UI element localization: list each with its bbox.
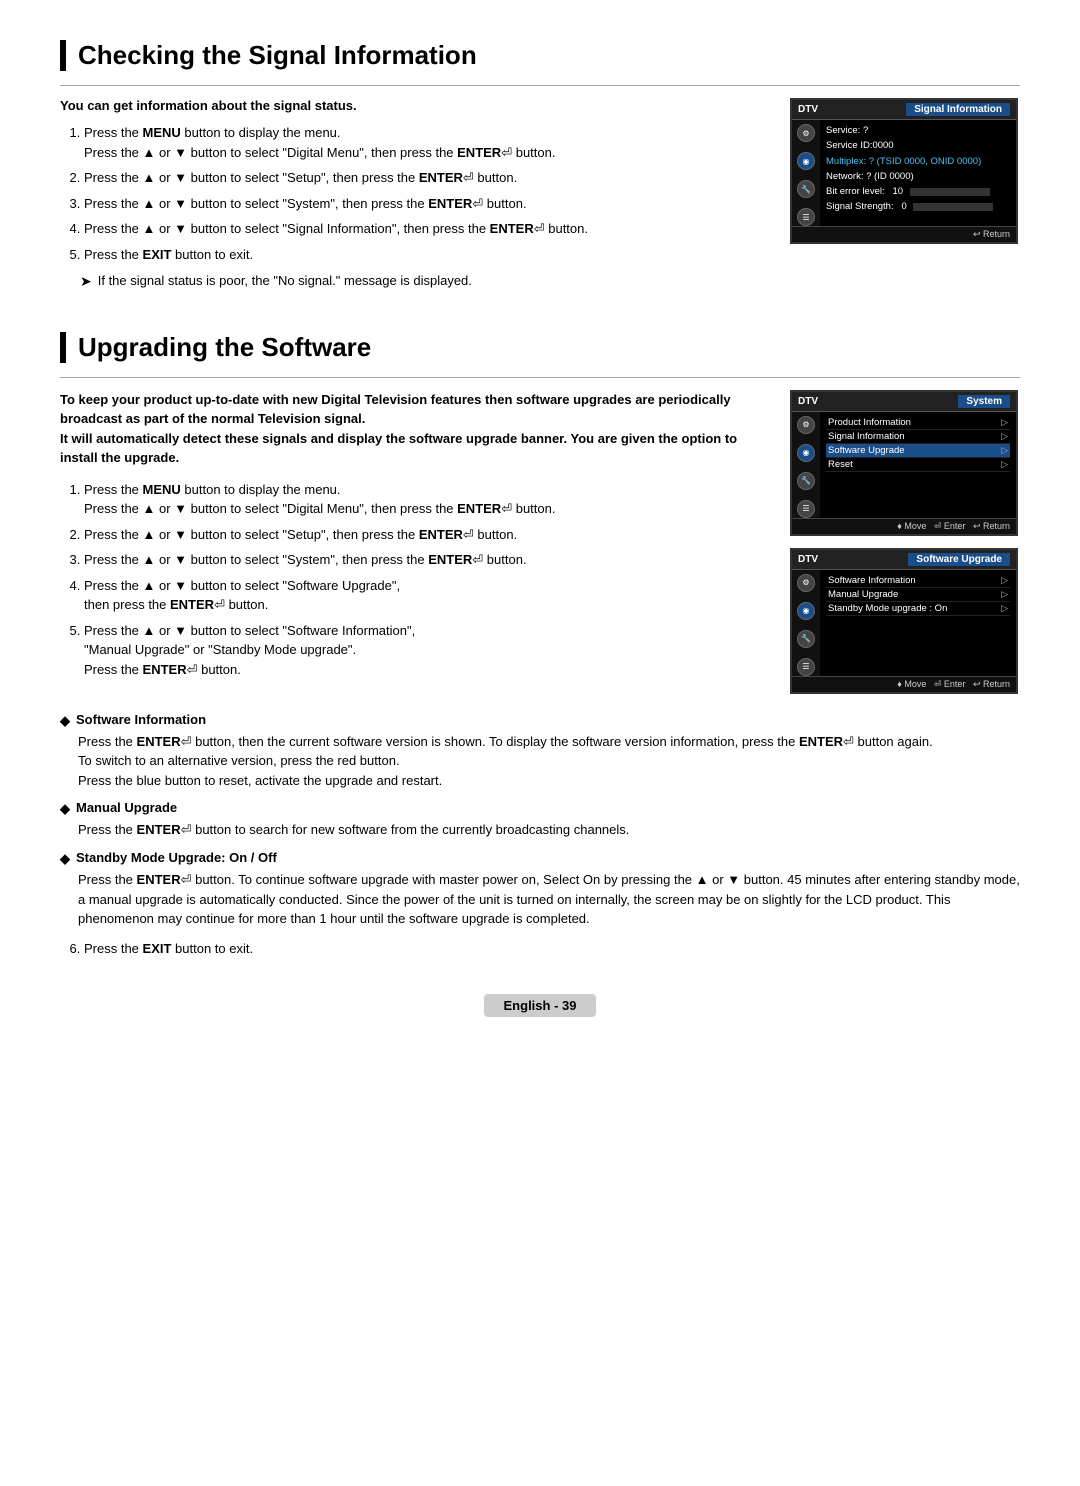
signal-section: Checking the Signal Information You can …: [60, 40, 1020, 296]
dtv-system-footer: ♦ Move ⏎ Enter ↩ Return: [792, 518, 1016, 534]
upgrade-right-col: DTV System ⚙ ◉ 🔧 ☰ Product Information ▷: [790, 390, 1020, 702]
dtv-sw-icon-3: 🔧: [797, 630, 815, 648]
upgrade-step-4: Press the ▲ or ▼ button to select "Softw…: [84, 576, 770, 615]
dtv-signal-row-5: Bit error level: 10: [826, 185, 1010, 198]
upgrade-step-2: Press the ▲ or ▼ button to select "Setup…: [84, 525, 770, 545]
dtv-signal-content: Service: ? Service ID:0000 Multiplex: ? …: [820, 120, 1016, 226]
dtv-sys-arrow-3: ▷: [1001, 445, 1008, 456]
signal-section-title: Checking the Signal Information: [60, 40, 1020, 71]
signal-two-col: You can get information about the signal…: [60, 98, 1020, 296]
dtv-signal-row-2: Service ID:0000: [826, 139, 1010, 152]
signal-right-col: DTV Signal Information ⚙ ◉ 🔧 ☰ Service: …: [790, 98, 1020, 296]
upgrade-section: Upgrading the Software To keep your prod…: [60, 332, 1020, 959]
upgrade-step-5: Press the ▲ or ▼ button to select "Softw…: [84, 621, 770, 680]
dtv-signal-row-1: Service: ?: [826, 124, 1010, 137]
dtv-system-label: DTV: [798, 396, 818, 407]
dtv-sw-item-3: Standby Mode upgrade : On ▷: [826, 602, 1010, 616]
dtv-sw-arrow-2: ▷: [1001, 589, 1008, 600]
dtv-system-topbar: DTV System: [792, 392, 1016, 412]
dtv-signal-row-4: Network: ? (ID 0000): [826, 170, 1010, 183]
signal-note: ➤ If the signal status is poor, the "No …: [80, 272, 770, 292]
dtv-system-content: Product Information ▷ Signal Information…: [820, 412, 1016, 518]
dtv-icon-3: 🔧: [797, 180, 815, 198]
dtv-system-title: System: [958, 395, 1010, 408]
upgrade-step-6: Press the EXIT button to exit.: [84, 939, 1020, 959]
bullet-standby-upgrade-title: ◆ Standby Mode Upgrade: On / Off: [60, 850, 1020, 868]
dtv-sys-item-1: Product Information ▷: [826, 416, 1010, 430]
page-footer: English - 39: [60, 994, 1020, 1017]
upgrade-divider: [60, 377, 1020, 378]
bullet-standby-upgrade: ◆ Standby Mode Upgrade: On / Off Press t…: [60, 850, 1020, 929]
signal-step-2: Press the ▲ or ▼ button to select "Setup…: [84, 168, 770, 188]
dtv-sw-arrow-3: ▷: [1001, 603, 1008, 614]
signal-step-1: Press the MENU button to display the men…: [84, 123, 770, 162]
dtv-sw-icon-2: ◉: [797, 602, 815, 620]
dtv-software-title: Software Upgrade: [908, 553, 1010, 566]
dtv-signal-footer: ↩ Return: [792, 226, 1016, 242]
upgrade-step-3: Press the ▲ or ▼ button to select "Syste…: [84, 550, 770, 570]
dtv-signal-body: ⚙ ◉ 🔧 ☰ Service: ? Service ID:0000 Multi…: [792, 120, 1016, 226]
dtv-sys-arrow-2: ▷: [1001, 431, 1008, 442]
upgrade-steps: Press the MENU button to display the men…: [84, 480, 770, 680]
dtv-sys-arrow-4: ▷: [1001, 459, 1008, 470]
signal-step-3: Press the ▲ or ▼ button to select "Syste…: [84, 194, 770, 214]
upgrade-final-step-list: Press the EXIT button to exit.: [84, 939, 1020, 959]
upgrade-intro: To keep your product up-to-date with new…: [60, 390, 770, 468]
dtv-sw-item-2: Manual Upgrade ▷: [826, 588, 1010, 602]
dtv-software-topbar: DTV Software Upgrade: [792, 550, 1016, 570]
dtv-signal-label: DTV: [798, 104, 818, 115]
dtv-icon-1: ⚙: [797, 124, 815, 142]
dtv-sys-icon-1: ⚙: [797, 416, 815, 434]
note-arrow-icon: ➤: [80, 272, 92, 292]
dtv-sys-icon-2: ◉: [797, 444, 815, 462]
bit-error-bar-bg: [910, 188, 990, 196]
bullet-manual-upgrade-title: ◆ Manual Upgrade: [60, 800, 1020, 818]
upgrade-left-col: To keep your product up-to-date with new…: [60, 390, 770, 702]
dtv-sw-item-1: Software Information ▷: [826, 574, 1010, 588]
dtv-system-body: ⚙ ◉ 🔧 ☰ Product Information ▷ Signal Inf…: [792, 412, 1016, 518]
dtv-sys-icon-3: 🔧: [797, 472, 815, 490]
dtv-system-icons: ⚙ ◉ 🔧 ☰: [792, 412, 820, 518]
dtv-software-icons: ⚙ ◉ 🔧 ☰: [792, 570, 820, 676]
dtv-sw-arrow-1: ▷: [1001, 575, 1008, 586]
signal-left-col: You can get information about the signal…: [60, 98, 770, 296]
dtv-sys-item-4: Reset ▷: [826, 458, 1010, 472]
dtv-signal-row-3: Multiplex: ? (TSID 0000, ONID 0000): [826, 155, 1010, 168]
signal-strength-bar-bg: [913, 203, 993, 211]
dtv-software-content: Software Information ▷ Manual Upgrade ▷ …: [820, 570, 1016, 676]
dtv-signal-row-6: Signal Strength: 0: [826, 200, 1010, 213]
signal-step-4: Press the ▲ or ▼ button to select "Signa…: [84, 219, 770, 239]
bullet-manual-upgrade: ◆ Manual Upgrade Press the ENTER⏎ button…: [60, 800, 1020, 840]
dtv-icon-4: ☰: [797, 208, 815, 226]
dtv-sys-arrow-1: ▷: [1001, 417, 1008, 428]
dtv-sys-icon-4: ☰: [797, 500, 815, 518]
dtv-software-footer: ♦ Move ⏎ Enter ↩ Return: [792, 676, 1016, 692]
signal-intro: You can get information about the signal…: [60, 98, 770, 113]
dtv-signal-screen: DTV Signal Information ⚙ ◉ 🔧 ☰ Service: …: [790, 98, 1018, 244]
bullet-software-information-title: ◆ Software Information: [60, 712, 1020, 730]
dtv-software-label: DTV: [798, 554, 818, 565]
dtv-software-body: ⚙ ◉ 🔧 ☰ Software Information ▷ Manual Up…: [792, 570, 1016, 676]
bullet-manual-upgrade-content: Press the ENTER⏎ button to search for ne…: [78, 820, 1020, 840]
dtv-software-screen: DTV Software Upgrade ⚙ ◉ 🔧 ☰ Software In…: [790, 548, 1018, 694]
bullet-standby-upgrade-content: Press the ENTER⏎ button. To continue sof…: [78, 870, 1020, 929]
dtv-sys-item-3: Software Upgrade ▷: [826, 444, 1010, 458]
upgrade-section-title: Upgrading the Software: [60, 332, 1020, 363]
dtv-sw-icon-1: ⚙: [797, 574, 815, 592]
dtv-icon-2: ◉: [797, 152, 815, 170]
signal-step-5: Press the EXIT button to exit.: [84, 245, 770, 265]
bullet-software-information-content: Press the ENTER⏎ button, then the curren…: [78, 732, 1020, 791]
dtv-signal-icons: ⚙ ◉ 🔧 ☰: [792, 120, 820, 226]
dtv-sys-item-2: Signal Information ▷: [826, 430, 1010, 444]
upgrade-two-col: To keep your product up-to-date with new…: [60, 390, 1020, 702]
dtv-signal-title: Signal Information: [906, 103, 1010, 116]
signal-divider: [60, 85, 1020, 86]
dtv-system-screen: DTV System ⚙ ◉ 🔧 ☰ Product Information ▷: [790, 390, 1018, 536]
signal-steps: Press the MENU button to display the men…: [84, 123, 770, 264]
bullet-software-information: ◆ Software Information Press the ENTER⏎ …: [60, 712, 1020, 791]
dtv-signal-topbar: DTV Signal Information: [792, 100, 1016, 120]
dtv-sw-icon-4: ☰: [797, 658, 815, 676]
upgrade-step-1: Press the MENU button to display the men…: [84, 480, 770, 519]
footer-badge: English - 39: [484, 994, 597, 1017]
